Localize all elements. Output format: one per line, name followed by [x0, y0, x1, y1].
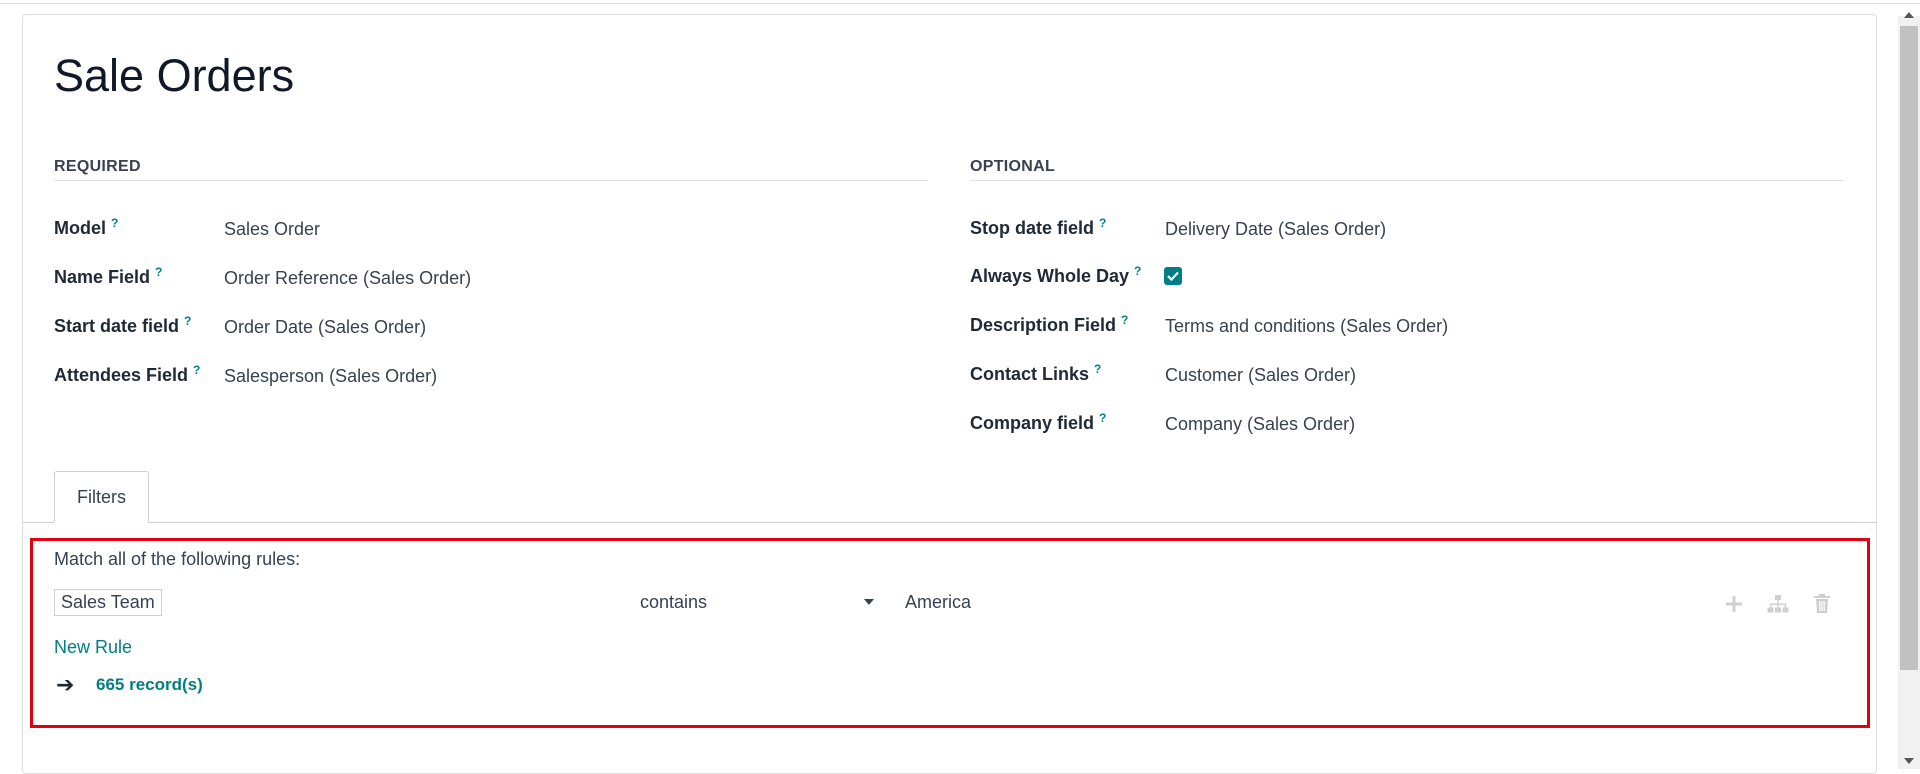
help-icon[interactable]: ? — [111, 216, 118, 230]
model-value[interactable]: Sales Order — [224, 219, 320, 240]
records-count-link[interactable]: 665 record(s) — [96, 675, 203, 695]
help-icon[interactable]: ? — [155, 265, 162, 279]
sitemap-icon[interactable] — [1766, 592, 1790, 616]
rule-field-selector[interactable]: Sales Team — [54, 589, 162, 616]
help-icon[interactable]: ? — [1134, 264, 1141, 278]
contact-links-value[interactable]: Customer (Sales Order) — [1165, 365, 1356, 386]
company-field-value[interactable]: Company (Sales Order) — [1165, 414, 1355, 435]
required-heading: REQUIRED — [54, 158, 141, 175]
model-label: Model? — [54, 216, 119, 238]
filters-highlight-box — [30, 538, 1870, 728]
page-title: Sale Orders — [54, 50, 295, 101]
attendees-field-label: Attendees Field? — [54, 363, 201, 385]
scrollbar-thumb[interactable] — [1900, 26, 1918, 670]
attendees-field-value[interactable]: Salesperson (Sales Order) — [224, 366, 437, 387]
tab-filters[interactable]: Filters — [54, 471, 149, 523]
new-rule-button[interactable]: New Rule — [54, 637, 132, 658]
help-icon[interactable]: ? — [193, 363, 200, 377]
name-field-value[interactable]: Order Reference (Sales Order) — [224, 268, 471, 289]
scroll-up-icon[interactable] — [1904, 12, 1914, 18]
stop-date-field-label: Stop date field? — [970, 216, 1107, 238]
checkmark-icon — [1167, 271, 1179, 281]
tab-divider — [22, 522, 1877, 523]
always-whole-day-checkbox[interactable] — [1164, 267, 1182, 285]
optional-divider — [970, 180, 1844, 181]
caret-down-icon[interactable] — [864, 599, 874, 605]
company-field-label: Company field? — [970, 411, 1107, 433]
help-icon[interactable]: ? — [1099, 216, 1106, 230]
description-field-label: Description Field? — [970, 313, 1129, 335]
match-rules-text: Match all of the following rules: — [54, 549, 301, 569]
contact-links-label: Contact Links? — [970, 362, 1102, 384]
help-icon[interactable]: ? — [1094, 362, 1101, 376]
help-icon[interactable]: ? — [1099, 411, 1106, 425]
start-date-field-label: Start date field? — [54, 314, 192, 336]
name-field-label: Name Field? — [54, 265, 163, 287]
rule-value-input[interactable]: America — [905, 592, 971, 613]
scroll-down-icon[interactable] — [1904, 758, 1914, 764]
description-field-value[interactable]: Terms and conditions (Sales Order) — [1165, 316, 1448, 337]
arrow-right-icon: ➔ — [56, 672, 75, 697]
plus-icon[interactable] — [1722, 592, 1746, 616]
start-date-field-value[interactable]: Order Date (Sales Order) — [224, 317, 426, 338]
stop-date-field-value[interactable]: Delivery Date (Sales Order) — [1165, 219, 1386, 240]
required-divider — [54, 180, 928, 181]
optional-heading: OPTIONAL — [970, 158, 1056, 175]
top-divider — [0, 3, 1920, 4]
always-whole-day-label: Always Whole Day? — [970, 264, 1142, 286]
help-icon[interactable]: ? — [184, 314, 191, 328]
rule-operator-select[interactable]: contains — [640, 592, 707, 613]
help-icon[interactable]: ? — [1121, 313, 1128, 327]
trash-icon[interactable] — [1810, 592, 1834, 616]
